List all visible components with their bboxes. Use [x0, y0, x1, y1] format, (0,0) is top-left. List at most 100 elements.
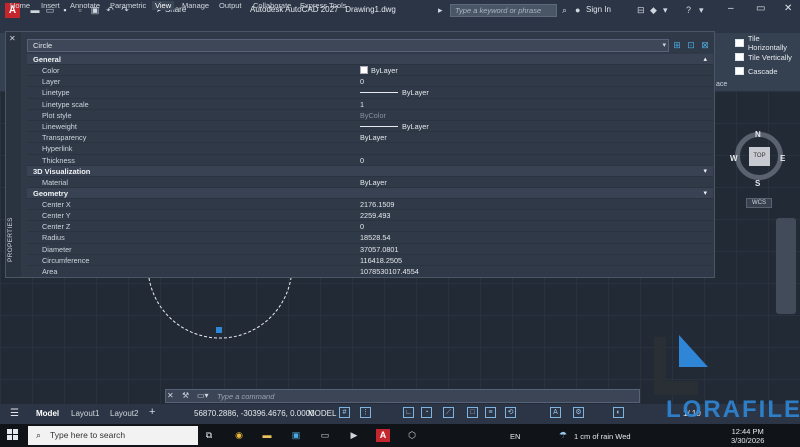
tab-annotate[interactable]: Annotate [70, 1, 100, 10]
coordinate-readout[interactable]: 56870.2886, -30396.4676, 0.0000 [194, 409, 315, 418]
property-row[interactable]: Center Z 0 [27, 221, 713, 233]
property-value[interactable]: 18528.54 [360, 232, 390, 243]
maximize-icon[interactable]: ▭ [756, 3, 765, 14]
tab-insert[interactable]: Insert [41, 1, 60, 10]
command-customize-icon[interactable]: ⚒ [182, 391, 189, 400]
store-icon[interactable]: ⊟ [637, 5, 645, 16]
collapse-icon[interactable]: ▾ [703, 166, 707, 177]
selection-dropdown[interactable]: Circle ▾ [27, 39, 669, 52]
taskbar-search-input[interactable]: Type here to search [28, 426, 198, 445]
store-app-icon[interactable]: ▣ [289, 429, 303, 442]
tab-manage[interactable]: Manage [182, 1, 209, 10]
app-icon[interactable]: ⬡ [405, 429, 419, 442]
property-row[interactable]: Lineweight ByLayer [27, 121, 713, 133]
property-row[interactable]: Center Y 2259.493 [27, 210, 713, 222]
property-row[interactable]: Plot style ByColor [27, 110, 713, 121]
selection-cycling-icon[interactable]: ⟲ [505, 407, 516, 418]
add-layout-button[interactable]: + [149, 406, 155, 418]
help-chevron-icon[interactable]: ▾ [699, 5, 704, 16]
property-value[interactable]: ByLayer [360, 121, 429, 132]
help-icon[interactable]: ? [686, 5, 691, 15]
command-close-icon[interactable]: ✕ [167, 391, 174, 400]
property-value[interactable]: ByLayer [360, 87, 429, 98]
grid-icon[interactable]: # [339, 407, 350, 418]
collapse-icon[interactable]: ▾ [703, 188, 707, 199]
property-row[interactable]: Thickness 0 [27, 155, 713, 166]
property-value[interactable]: 2176.1509 [360, 199, 395, 210]
workspace-gear-icon[interactable]: ⚙ [573, 407, 584, 418]
command-history-icon[interactable]: ▭▾ [197, 391, 209, 400]
tab-parametric[interactable]: Parametric [110, 1, 146, 10]
task-view-icon[interactable]: ⧉ [202, 429, 216, 442]
tab-express-tools[interactable]: Express Tools [300, 1, 347, 10]
cascade-button[interactable]: Cascade [735, 64, 800, 78]
palette-close-icon[interactable]: ✕ [9, 34, 16, 43]
layout-tab-model[interactable]: Model [36, 409, 59, 418]
terminal-icon[interactable]: ▭ [318, 429, 332, 442]
property-value[interactable]: 0 [360, 76, 364, 87]
property-row[interactable]: Circumference 116418.2505 [27, 255, 713, 266]
property-row[interactable]: Diameter 37057.0801 [27, 244, 713, 255]
compass-north[interactable]: N [755, 130, 761, 139]
sign-in-button[interactable]: Sign In [586, 5, 611, 14]
select-objects-icon[interactable]: ⊡ [686, 40, 696, 50]
property-value[interactable]: 37057.0801 [360, 244, 399, 255]
search-arrow-icon[interactable]: ▸ [438, 5, 443, 16]
quick-select-icon[interactable]: ⊠ [700, 40, 710, 50]
weather-widget[interactable]: 1 cm of rain Wed [574, 432, 631, 441]
property-value[interactable]: 1078530107.4554 [360, 266, 419, 276]
property-row[interactable]: Transparency ByLayer [27, 132, 713, 144]
property-value[interactable]: 1 [360, 99, 364, 110]
chrome-icon[interactable]: ◉ [232, 429, 246, 442]
minimize-icon[interactable]: – [728, 3, 734, 14]
command-input[interactable]: Type a command [217, 392, 274, 401]
property-row[interactable]: Radius 18528.54 [27, 232, 713, 244]
navigation-bar[interactable] [776, 218, 796, 314]
user-icon[interactable]: ● [575, 5, 580, 15]
section-general[interactable]: General ▴ [27, 54, 713, 65]
viewcube-top-face[interactable]: TOP [749, 147, 770, 166]
property-value[interactable]: ByLayer [360, 132, 387, 143]
tab-home[interactable]: Home [10, 1, 30, 10]
tab-output[interactable]: Output [219, 1, 242, 10]
ortho-icon[interactable]: ∟ [403, 407, 414, 418]
property-row[interactable]: Linetype scale 1 [27, 99, 713, 110]
windows-start-icon[interactable] [7, 429, 19, 441]
property-value[interactable]: ByLayer [360, 177, 387, 188]
property-row[interactable]: Material ByLayer [27, 177, 713, 188]
layout-tab-layout1[interactable]: Layout1 [71, 409, 99, 418]
model-space-toggle[interactable]: MODEL [308, 409, 336, 418]
save-icon[interactable]: ▪ [60, 4, 70, 16]
collapse-icon[interactable]: ▴ [703, 54, 707, 65]
property-value[interactable]: 2259.493 [360, 210, 390, 221]
cart-icon[interactable]: ◆ [650, 5, 657, 16]
tab-collaborate[interactable]: Collaborate [253, 1, 291, 10]
compass-east[interactable]: E [780, 154, 785, 163]
property-row[interactable]: Area 1078530107.4554 [27, 266, 713, 276]
property-value[interactable]: ByLayer [360, 65, 398, 76]
autocad-taskbar-icon[interactable]: A [376, 429, 390, 442]
compass-west[interactable]: W [730, 154, 738, 163]
tile-horizontally-button[interactable]: Tile Horizontally [735, 34, 800, 52]
compass-south[interactable]: S [755, 179, 760, 188]
new-file-icon[interactable]: ▬ [30, 4, 40, 16]
taskbar-clock[interactable]: 12:44 PM 3/30/2026 [731, 427, 764, 445]
lineweight-icon[interactable]: ≡ [485, 407, 496, 418]
help-search-input[interactable]: Type a keyword or phrase [450, 4, 557, 17]
close-icon[interactable]: ✕ [784, 3, 792, 14]
property-row[interactable]: Center X 2176.1509 [27, 199, 713, 211]
property-value[interactable]: 0 [360, 155, 364, 166]
isodraft-icon[interactable]: ⟋ [443, 407, 454, 418]
property-row[interactable]: Layer 0 [27, 76, 713, 88]
media-player-icon[interactable]: ▶ [347, 429, 361, 442]
property-value[interactable]: 0 [360, 221, 364, 232]
property-row[interactable]: Color ByLayer [27, 65, 713, 77]
properties-title-strip[interactable]: ✕ PROPERTIES [6, 32, 21, 277]
object-snap-icon[interactable]: □ [467, 407, 478, 418]
ucs-menu[interactable]: WCS [746, 198, 772, 208]
weather-icon[interactable]: ☂ [556, 429, 570, 442]
section-3d-visualization[interactable]: 3D Visualization ▾ [27, 165, 713, 177]
viewcube[interactable]: TOP N S E W [730, 128, 787, 190]
toggle-pickadd-icon[interactable]: ⊞ [672, 40, 682, 50]
property-row[interactable]: Hyperlink [27, 143, 713, 155]
